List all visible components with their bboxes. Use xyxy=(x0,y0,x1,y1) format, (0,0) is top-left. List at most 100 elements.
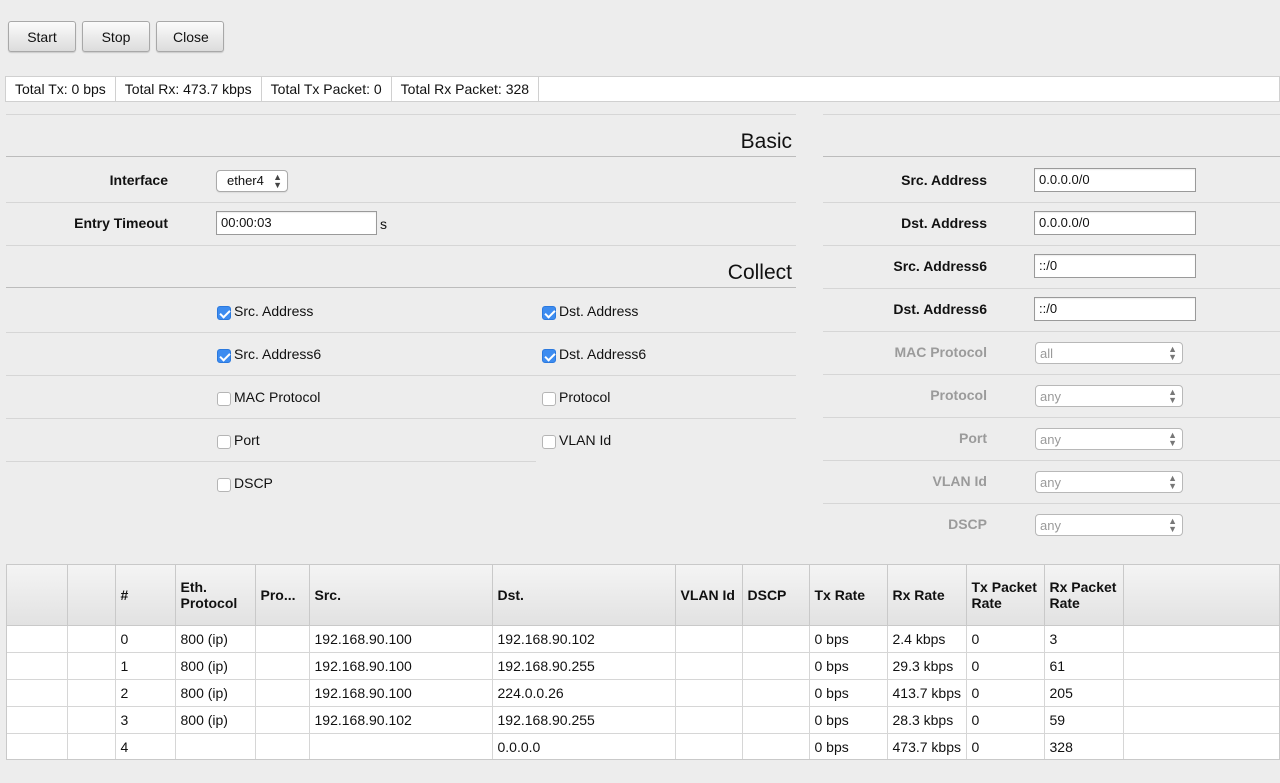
table-cell xyxy=(742,652,810,680)
table-header-row: # Eth. Protocol Pro... Src. Dst. VLAN Id… xyxy=(7,565,1279,626)
checkbox-checked-icon[interactable] xyxy=(542,349,556,363)
port-select[interactable]: any ▲ ▼ xyxy=(1035,428,1183,450)
table-cell xyxy=(675,679,743,707)
divider xyxy=(823,202,1280,203)
table-row[interactable]: 4 0.0.0.0 0 bps 473.7 kbps 0 328 xyxy=(7,733,1279,759)
table-cell: 61 xyxy=(1044,652,1124,680)
vlan-id-label: VLAN Id xyxy=(932,473,987,489)
table-cell xyxy=(1123,706,1279,734)
collect-mac-protocol[interactable]: MAC Protocol xyxy=(217,388,320,406)
protocol-select[interactable]: any ▲ ▼ xyxy=(1035,385,1183,407)
src-address6-input[interactable]: ::/0 xyxy=(1034,254,1196,278)
collect-protocol[interactable]: Protocol xyxy=(542,388,610,406)
table-cell xyxy=(67,652,116,680)
protocol-value: any xyxy=(1040,389,1061,404)
checkbox-unchecked-icon[interactable] xyxy=(217,435,231,449)
checkbox-unchecked-icon[interactable] xyxy=(217,478,231,492)
src-address6-label: Src. Address6 xyxy=(893,258,987,274)
divider xyxy=(823,503,1280,504)
table-cell xyxy=(1123,652,1279,680)
column-header-src[interactable]: Src. xyxy=(309,565,493,626)
close-button[interactable]: Close xyxy=(156,21,224,52)
checkbox-unchecked-icon[interactable] xyxy=(542,392,556,406)
divider xyxy=(823,460,1280,461)
checkbox-label: Src. Address6 xyxy=(234,346,322,362)
column-header-vlan-id[interactable]: VLAN Id xyxy=(675,565,743,626)
table-cell xyxy=(7,625,68,653)
collect-src-address6[interactable]: Src. Address6 xyxy=(217,345,321,363)
table-row[interactable]: 1 800 (ip) 192.168.90.100 192.168.90.255 0 b… xyxy=(7,652,1279,680)
vlan-id-select[interactable]: any ▲ ▼ xyxy=(1035,471,1183,493)
table-cell: 59 xyxy=(1044,706,1124,734)
table-cell xyxy=(742,706,810,734)
select-arrows-icon: ▲ ▼ xyxy=(1168,473,1177,491)
stop-button[interactable]: Stop xyxy=(82,21,150,52)
vlan-id-value: any xyxy=(1040,475,1061,490)
checkbox-label: VLAN Id xyxy=(559,432,612,448)
checkbox-checked-icon[interactable] xyxy=(217,306,231,320)
column-header-protocol[interactable]: Pro... xyxy=(255,565,310,626)
table-cell: 28.3 kbps xyxy=(887,706,967,734)
column-header-dst[interactable]: Dst. xyxy=(492,565,676,626)
column-header-rx-rate[interactable]: Rx Rate xyxy=(887,565,967,626)
column-header-eth-protocol[interactable]: Eth. Protocol xyxy=(175,565,256,626)
mac-protocol-label: MAC Protocol xyxy=(894,344,987,360)
interface-select[interactable]: ether4 ▲ ▼ xyxy=(216,170,288,192)
collect-dscp[interactable]: DSCP xyxy=(217,474,273,492)
collect-src-address[interactable]: Src. Address xyxy=(217,302,313,320)
table-row[interactable]: 2 800 (ip) 192.168.90.100 224.0.0.26 0 bps 41… xyxy=(7,679,1279,707)
table-cell: 2.4 kbps xyxy=(887,625,967,653)
entry-timeout-input[interactable]: 00:00:03 xyxy=(216,211,377,235)
table-cell xyxy=(742,625,810,653)
table-cell xyxy=(1123,733,1279,759)
table-cell: 0 bps xyxy=(809,706,888,734)
collect-dst-address6[interactable]: Dst. Address6 xyxy=(542,345,646,363)
checkbox-label: Dst. Address6 xyxy=(559,346,647,362)
flow-table: # Eth. Protocol Pro... Src. Dst. VLAN Id… xyxy=(6,564,1280,760)
table-cell: 0 xyxy=(966,679,1045,707)
collect-dst-address[interactable]: Dst. Address xyxy=(542,302,638,320)
column-header[interactable] xyxy=(67,565,116,626)
column-header-index[interactable]: # xyxy=(115,565,176,626)
divider xyxy=(823,374,1280,375)
column-header-dscp[interactable]: DSCP xyxy=(742,565,810,626)
table-row[interactable]: 0 800 (ip) 192.168.90.100 192.168.90.102 0 b… xyxy=(7,625,1279,653)
column-header-tx-rate[interactable]: Tx Rate xyxy=(809,565,888,626)
table-cell xyxy=(67,679,116,707)
dscp-label: DSCP xyxy=(948,516,987,532)
dst-address-input[interactable]: 0.0.0.0/0 xyxy=(1034,211,1196,235)
src-address-input[interactable]: 0.0.0.0/0 xyxy=(1034,168,1196,192)
dst-address6-input[interactable]: ::/0 xyxy=(1034,297,1196,321)
checkbox-checked-icon[interactable] xyxy=(217,349,231,363)
table-cell: 192.168.90.102 xyxy=(309,706,493,734)
column-header-rx-packet-rate[interactable]: Rx Packet Rate xyxy=(1044,565,1124,626)
column-header-tx-packet-rate[interactable]: Tx Packet Rate xyxy=(966,565,1045,626)
collect-port[interactable]: Port xyxy=(217,431,260,449)
checkbox-unchecked-icon[interactable] xyxy=(542,435,556,449)
collect-vlan-id[interactable]: VLAN Id xyxy=(542,431,611,449)
checkbox-label: Port xyxy=(234,432,260,448)
column-header[interactable] xyxy=(7,565,68,626)
select-arrows-icon: ▲ ▼ xyxy=(273,172,282,190)
table-cell: 800 (ip) xyxy=(175,652,256,680)
table-cell: 473.7 kbps xyxy=(887,733,967,759)
table-cell: 0 bps xyxy=(809,625,888,653)
table-row[interactable]: 3 800 (ip) 192.168.90.102 192.168.90.255 0 b… xyxy=(7,706,1279,734)
dscp-select[interactable]: any ▲ ▼ xyxy=(1035,514,1183,536)
table-cell: 224.0.0.26 xyxy=(492,679,676,707)
status-bar: Total Tx: 0 bps Total Rx: 473.7 kbps Tot… xyxy=(5,76,1280,102)
mac-protocol-select[interactable]: all ▲ ▼ xyxy=(1035,342,1183,364)
start-button[interactable]: Start xyxy=(8,21,76,52)
table-cell: 192.168.90.100 xyxy=(309,679,493,707)
table-cell xyxy=(67,733,116,759)
interface-label: Interface xyxy=(109,172,168,188)
table-cell: 800 (ip) xyxy=(175,706,256,734)
checkbox-unchecked-icon[interactable] xyxy=(217,392,231,406)
checkbox-checked-icon[interactable] xyxy=(542,306,556,320)
table-cell xyxy=(255,652,310,680)
divider xyxy=(6,202,796,203)
table-cell: 192.168.90.100 xyxy=(309,652,493,680)
total-rx-packet: Total Rx Packet: 328 xyxy=(392,77,540,101)
timeout-unit: s xyxy=(380,216,387,232)
divider xyxy=(6,332,796,333)
